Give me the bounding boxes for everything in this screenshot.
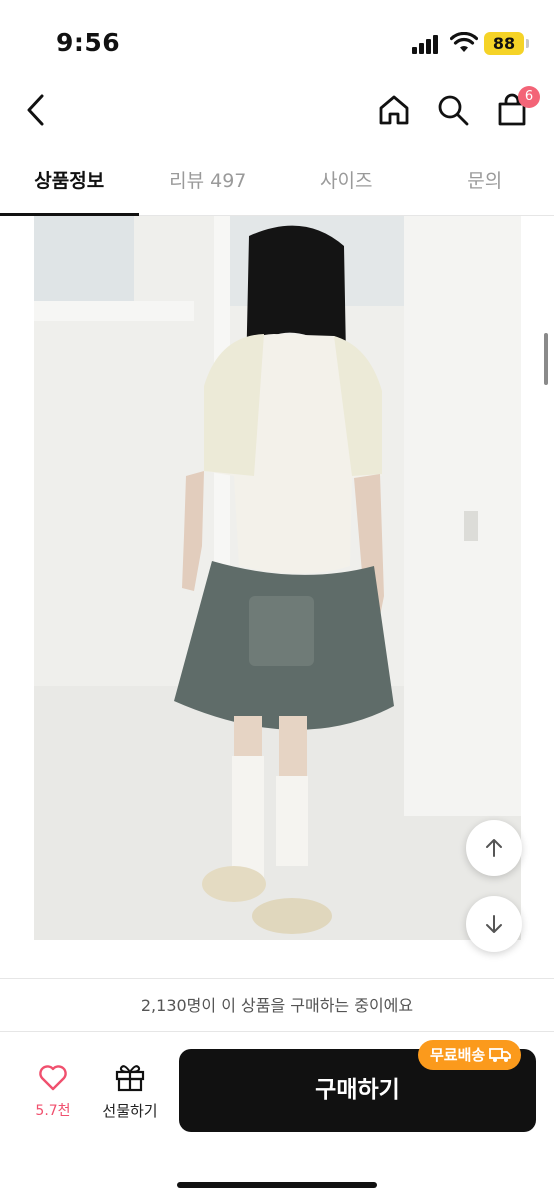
scroll-up-button[interactable] [466,820,522,876]
wifi-icon [450,32,478,52]
free-shipping-badge: 무료배송 [418,1040,522,1070]
signal-icon [412,34,442,54]
free-shipping-label: 무료배송 [430,1046,486,1064]
home-icon [379,95,409,125]
cart-button[interactable]: 6 [490,86,540,132]
tab-product-info[interactable]: 상품정보 [0,150,139,216]
heart-icon [39,1065,67,1091]
scroll-down-button[interactable] [466,896,522,952]
tab-reviews[interactable]: 리뷰 497 [139,150,278,215]
search-button[interactable] [431,88,475,132]
nav-bar: 6 [0,80,554,144]
gift-label: 선물하기 [102,1102,158,1120]
product-image [34,216,521,940]
back-arrow-icon [27,94,44,126]
home-indicator [177,1182,377,1188]
arrow-down-icon [486,915,502,933]
like-count: 5.7천 [35,1103,71,1119]
arrow-up-icon [486,839,502,857]
like-button[interactable]: 5.7천 [22,1064,84,1124]
home-button[interactable] [372,88,416,132]
tab-inquiry[interactable]: 문의 [416,150,554,215]
gift-button[interactable]: 선물하기 [96,1062,164,1124]
buyers-banner: 2,130명이 이 상품을 구매하는 중이에요 [0,978,554,1032]
search-icon [438,95,469,126]
back-button[interactable] [14,88,58,132]
status-bar: 9:56 88 [0,0,554,80]
cart-badge: 6 [518,86,540,108]
scrollbar[interactable] [544,333,548,385]
action-bar: 5.7천 선물하기 구매하기 무료배송 [0,1032,554,1200]
gift-icon [115,1065,145,1092]
status-time: 9:56 [56,28,121,57]
tab-size[interactable]: 사이즈 [277,150,416,215]
battery-icon: 88 [484,32,529,55]
truck-icon [489,1048,512,1062]
tab-bar: 상품정보 리뷰 497 사이즈 문의 [0,150,554,216]
